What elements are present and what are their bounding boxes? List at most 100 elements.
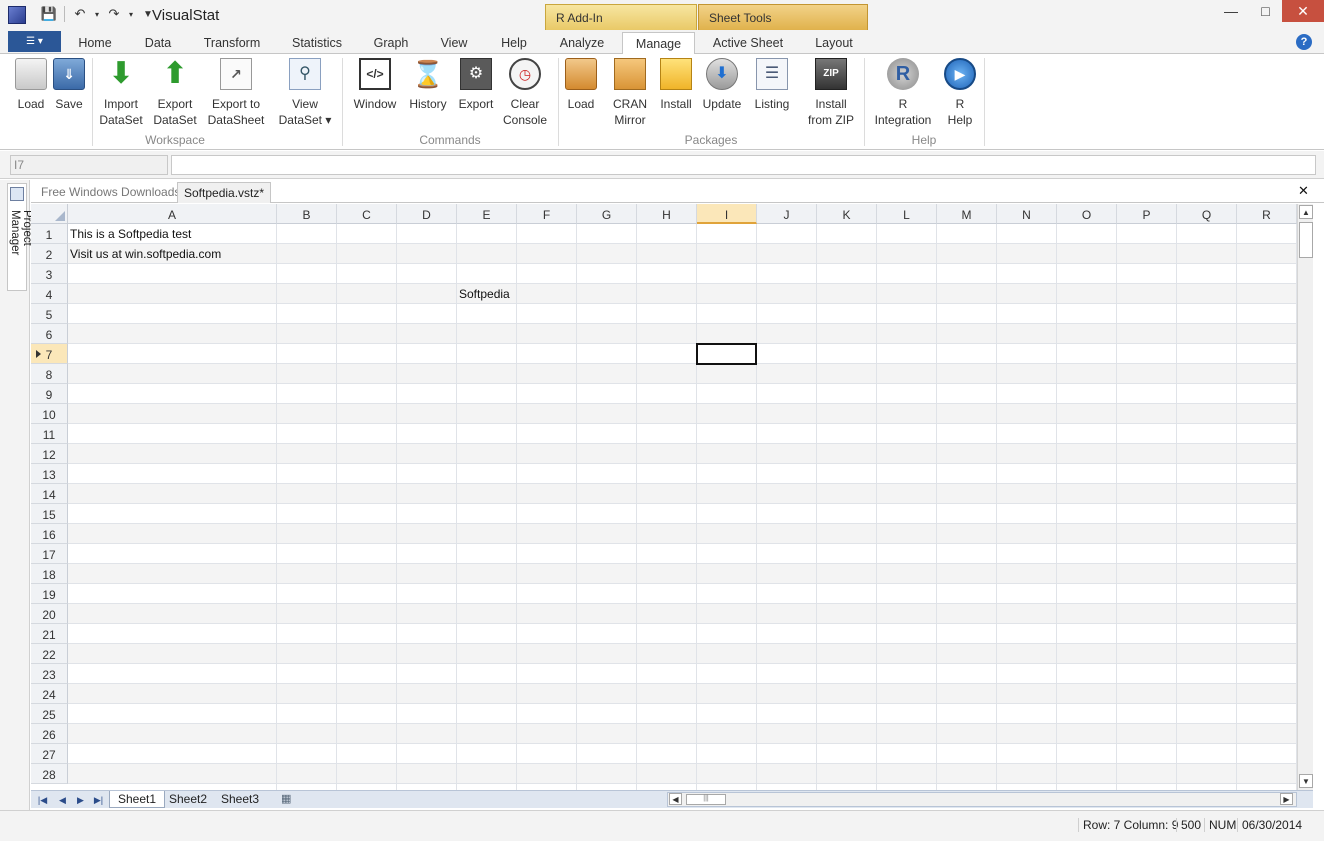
tab-graph[interactable]: Graph	[366, 32, 416, 54]
row-header-14[interactable]: 14	[31, 484, 68, 504]
tab-home[interactable]: Home	[70, 32, 120, 54]
cell-a2[interactable]: Visit us at win.softpedia.com	[70, 247, 221, 261]
cran-mirror-button[interactable]: CRAN Mirror	[608, 58, 652, 128]
row-header-22[interactable]: 22	[31, 644, 68, 664]
cell-e4[interactable]: Softpedia	[459, 287, 510, 301]
load-package-button[interactable]: Load	[563, 58, 599, 112]
sheet-tab-3[interactable]: Sheet3	[213, 791, 267, 808]
name-box[interactable]: I7	[10, 155, 168, 175]
select-all-corner[interactable]	[31, 204, 68, 224]
row-header-15[interactable]: 15	[31, 504, 68, 524]
redo-icon[interactable]: ↷	[105, 5, 123, 23]
save-workspace-button[interactable]: ⇓ Save	[50, 58, 88, 112]
tab-help[interactable]: Help	[492, 32, 536, 54]
row-header-18[interactable]: 18	[31, 564, 68, 584]
spreadsheet-grid[interactable]: A B C D E F G H I J K L M N O P Q R 1 2 3 4 5 6 7 8 9 10 11 12 13 14 15 1…	[31, 204, 1297, 790]
doc-tab-softpedia[interactable]: Softpedia.vstz*	[177, 182, 272, 203]
row-header-27[interactable]: 27	[31, 744, 68, 764]
tab-transform[interactable]: Transform	[196, 32, 268, 54]
column-header-a[interactable]: A	[68, 204, 277, 224]
undo-dropdown-icon[interactable]: ▾	[93, 5, 101, 23]
sheet-tab-1[interactable]: Sheet1	[109, 791, 166, 808]
horizontal-scrollbar[interactable]: ◀ ||| ▶	[667, 792, 1297, 807]
row-header-13[interactable]: 13	[31, 464, 68, 484]
tab-view[interactable]: View	[432, 32, 476, 54]
column-header-c[interactable]: C	[337, 204, 397, 224]
column-header-m[interactable]: M	[937, 204, 997, 224]
sheet-tab-2[interactable]: Sheet2	[161, 791, 215, 808]
row-header-8[interactable]: 8	[31, 364, 68, 384]
clear-console-button[interactable]: ◷ Clear Console	[502, 58, 548, 128]
row-header-9[interactable]: 9	[31, 384, 68, 404]
new-sheet-icon[interactable]: ▦	[281, 792, 299, 807]
view-dataset-button[interactable]: ⚲ View DataSet ▾	[276, 58, 334, 128]
file-menu-button[interactable]: ☰ ▾	[8, 31, 61, 52]
row-header-4[interactable]: 4	[31, 284, 68, 304]
column-header-n[interactable]: N	[997, 204, 1057, 224]
column-header-f[interactable]: F	[517, 204, 577, 224]
r-integration-button[interactable]: R R Integration	[870, 58, 936, 128]
listing-button[interactable]: ☰ Listing	[750, 58, 794, 112]
doc-tab-free-windows-downloads[interactable]: Free Windows Downloads	[35, 182, 186, 203]
column-header-d[interactable]: D	[397, 204, 457, 224]
redo-dropdown-icon[interactable]: ▾	[127, 5, 135, 23]
maximize-button[interactable]: □	[1249, 0, 1282, 22]
row-header-11[interactable]: 11	[31, 424, 68, 444]
column-header-o[interactable]: O	[1057, 204, 1117, 224]
row-header-17[interactable]: 17	[31, 544, 68, 564]
row-header-6[interactable]: 6	[31, 324, 68, 344]
scroll-up-arrow-icon[interactable]: ▲	[1299, 205, 1313, 219]
tab-analyze[interactable]: Analyze	[548, 32, 616, 54]
column-header-q[interactable]: Q	[1177, 204, 1237, 224]
row-header-12[interactable]: 12	[31, 444, 68, 464]
load-workspace-button[interactable]: Load	[12, 58, 50, 112]
export-dataset-button[interactable]: ⬆ Export DataSet	[151, 58, 199, 128]
row-header-21[interactable]: 21	[31, 624, 68, 644]
row-header-7[interactable]: 7	[31, 344, 68, 364]
export-console-button[interactable]: ⚙ Export	[455, 58, 497, 112]
column-header-i[interactable]: I	[697, 204, 757, 224]
row-header-1[interactable]: 1	[31, 224, 68, 244]
save-icon[interactable]: 💾	[40, 5, 58, 23]
r-help-button[interactable]: ▶ R Help	[940, 58, 980, 128]
formula-input[interactable]	[171, 155, 1316, 175]
tab-active-sheet[interactable]: Active Sheet	[705, 32, 791, 54]
column-header-k[interactable]: K	[817, 204, 877, 224]
import-dataset-button[interactable]: ⬇ Import DataSet	[97, 58, 145, 128]
row-header-5[interactable]: 5	[31, 304, 68, 324]
vertical-scrollbar[interactable]: ▲ ▼	[1297, 204, 1313, 790]
row-header-16[interactable]: 16	[31, 524, 68, 544]
next-sheet-icon[interactable]: ▶	[73, 793, 88, 807]
undo-icon[interactable]: ↶	[71, 5, 89, 23]
column-header-g[interactable]: G	[577, 204, 637, 224]
export-to-datasheet-button[interactable]: ↗ Export to DataSheet	[204, 58, 268, 128]
tab-statistics[interactable]: Statistics	[284, 32, 350, 54]
scroll-down-arrow-icon[interactable]: ▼	[1299, 774, 1313, 788]
column-header-j[interactable]: J	[757, 204, 817, 224]
horizontal-scroll-thumb[interactable]: |||	[686, 794, 726, 805]
column-header-p[interactable]: P	[1117, 204, 1177, 224]
app-icon[interactable]	[8, 6, 26, 24]
scroll-right-arrow-icon[interactable]: ▶	[1280, 793, 1293, 805]
column-header-e[interactable]: E	[457, 204, 517, 224]
row-header-28[interactable]: 28	[31, 764, 68, 784]
first-sheet-icon[interactable]: |◀	[35, 793, 50, 807]
column-header-r[interactable]: R	[1237, 204, 1297, 224]
row-header-10[interactable]: 10	[31, 404, 68, 424]
column-header-l[interactable]: L	[877, 204, 937, 224]
cell-a1[interactable]: This is a Softpedia test	[70, 227, 191, 241]
help-icon[interactable]: ?	[1296, 34, 1312, 50]
row-header-24[interactable]: 24	[31, 684, 68, 704]
row-header-26[interactable]: 26	[31, 724, 68, 744]
row-header-20[interactable]: 20	[31, 604, 68, 624]
tab-data[interactable]: Data	[138, 32, 178, 54]
close-document-icon[interactable]: ✕	[1298, 183, 1309, 199]
scroll-left-arrow-icon[interactable]: ◀	[669, 793, 682, 805]
row-header-2[interactable]: 2	[31, 244, 68, 264]
column-header-b[interactable]: B	[277, 204, 337, 224]
vertical-scroll-thumb[interactable]	[1299, 222, 1313, 258]
window-button[interactable]: </> Window	[350, 58, 400, 112]
last-sheet-icon[interactable]: ▶|	[91, 793, 106, 807]
row-header-3[interactable]: 3	[31, 264, 68, 284]
tab-manage[interactable]: Manage	[622, 32, 695, 55]
